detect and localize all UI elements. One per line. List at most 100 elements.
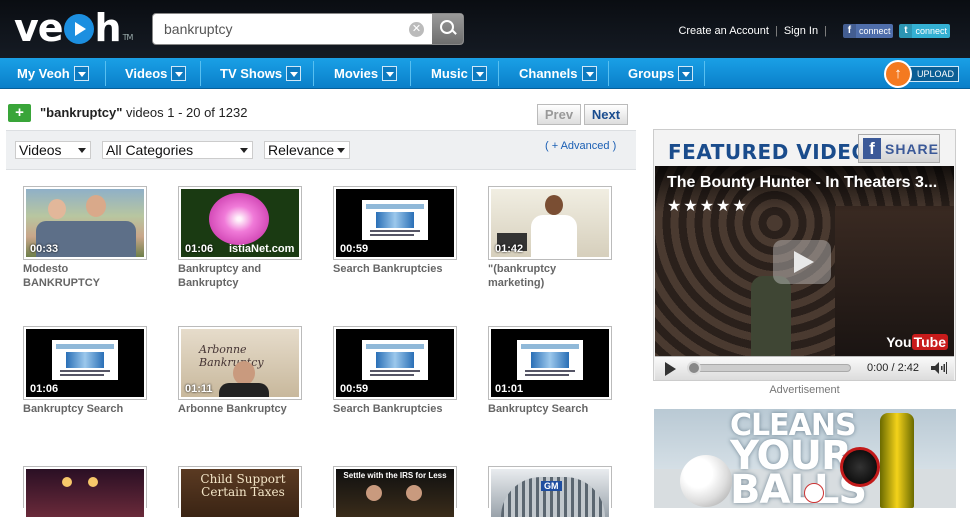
advertisement-banner[interactable]: CLEANS YOUR BALLS <box>654 409 956 508</box>
progress-track[interactable] <box>687 364 851 372</box>
volume-icon[interactable] <box>931 362 947 374</box>
video-title[interactable]: Bankruptcy Search <box>23 402 153 416</box>
veoh-logo[interactable]: ve h TM <box>14 6 134 50</box>
chevron-down-icon[interactable] <box>678 66 694 81</box>
video-thumbnail-image: GM <box>491 469 609 517</box>
nav-label: Music <box>431 66 468 81</box>
video-thumbnail[interactable]: 01:06 <box>23 326 147 400</box>
thumb-screen-graphic <box>362 200 428 240</box>
thumb-detail <box>366 485 382 501</box>
results-count: videos 1 - 20 of 1232 <box>126 105 248 120</box>
facebook-connect-button[interactable]: f connect <box>842 24 894 38</box>
nav-separator <box>608 61 609 86</box>
video-thumbnail[interactable]: istiaNet.com 01:06 <box>178 186 302 260</box>
upload-arrow-icon: ↑ <box>884 59 912 88</box>
video-thumbnail-image: Child Support Certain Taxes <box>181 469 299 517</box>
video-title[interactable]: Arbonne Bankruptcy <box>178 402 308 416</box>
nav-movies[interactable]: Movies <box>334 58 398 89</box>
chevron-down-icon[interactable] <box>286 66 302 81</box>
video-title[interactable]: Search Bankruptcies <box>333 262 463 276</box>
facebook-icon: f <box>842 24 856 38</box>
sort-select[interactable]: Relevance <box>264 141 350 159</box>
video-thumbnail[interactable]: Child Support Certain Taxes <box>178 466 302 517</box>
nav-label: TV Shows <box>220 66 283 81</box>
thumb-overlay-text: istiaNet.com <box>229 243 295 255</box>
chevron-down-icon[interactable] <box>73 66 89 81</box>
link-separator: | <box>824 25 827 37</box>
video-title[interactable]: Search Bankruptcies <box>333 402 463 416</box>
upload-button[interactable]: ↑ UPLOAD <box>884 58 960 89</box>
nav-my-veoh[interactable]: My Veoh <box>17 58 89 89</box>
video-title-line: Modesto <box>23 263 69 275</box>
video-title[interactable]: Modesto BANKRUPTCY <box>23 262 153 290</box>
featured-video-panel: FEATURED VIDEO f SHARE The Bounty Hunter… <box>653 129 956 381</box>
nav-music[interactable]: Music <box>431 58 487 89</box>
facebook-connect-label: connect <box>858 26 891 36</box>
video-thumbnail[interactable]: Settle with the IRS for Less <box>333 466 457 517</box>
chevron-down-icon[interactable] <box>382 66 398 81</box>
video-thumbnail[interactable]: 01:01 <box>488 326 612 400</box>
video-title-line: marketing) <box>488 277 545 289</box>
thumb-detail <box>48 199 66 219</box>
next-button[interactable]: Next <box>584 104 628 125</box>
clear-search-icon[interactable]: ✕ <box>409 22 424 37</box>
search-query: "bankruptcy" <box>40 105 123 120</box>
sign-in-link[interactable]: Sign In <box>784 25 818 37</box>
video-title-line: Bankruptcy Search <box>23 403 124 415</box>
nav-label: Videos <box>125 66 168 81</box>
video-title-line: Arbonne Bankruptcy <box>178 403 287 415</box>
chevron-down-icon[interactable] <box>471 66 487 81</box>
video-thumbnail[interactable]: GM <box>488 466 612 517</box>
video-thumbnail[interactable]: 01:42 <box>488 186 612 260</box>
link-separator: | <box>774 25 778 37</box>
twitter-connect-button[interactable]: t connect <box>899 24 950 38</box>
video-title[interactable]: Bankruptcy Search <box>488 402 618 416</box>
product-image <box>840 447 880 487</box>
video-thumbnail-image: 01:42 <box>491 189 609 257</box>
facebook-icon: f <box>863 138 881 159</box>
video-player[interactable]: The Bounty Hunter - In Theaters 3... ★★★… <box>655 166 954 356</box>
video-thumbnail[interactable]: 00:33 <box>23 186 147 260</box>
video-duration: 01:01 <box>495 383 524 395</box>
featured-video-heading: FEATURED VIDEO <box>668 140 869 164</box>
video-thumbnail[interactable]: Arbonne Bankruptcy 01:11 <box>178 326 302 400</box>
featured-video-title[interactable]: The Bounty Hunter - In Theaters 3... <box>667 174 937 192</box>
video-thumbnail[interactable]: 00:59 <box>333 186 457 260</box>
nav-videos[interactable]: Videos <box>125 58 187 89</box>
type-select[interactable]: Videos <box>15 141 91 159</box>
twitter-connect-label: connect <box>915 26 947 36</box>
thumb-detail <box>531 215 577 257</box>
nav-separator <box>105 61 106 86</box>
video-thumbnail-image: 00:59 <box>336 329 454 397</box>
nav-label: Channels <box>519 66 578 81</box>
advanced-search-link[interactable]: ( + Advanced ) <box>545 140 616 152</box>
logo-trademark: TM <box>122 33 134 42</box>
search-input[interactable] <box>153 14 415 44</box>
video-thumbnail-image: 01:01 <box>491 329 609 397</box>
nav-groups[interactable]: Groups <box>628 58 694 89</box>
progress-handle[interactable] <box>687 361 701 375</box>
facebook-share-button[interactable]: f SHARE <box>858 134 940 163</box>
search-button[interactable] <box>432 14 463 44</box>
video-title[interactable]: "(bankruptcy marketing) <box>488 262 618 290</box>
nav-channels[interactable]: Channels <box>519 58 597 89</box>
thumb-detail <box>545 195 563 215</box>
add-button[interactable]: + <box>8 104 31 122</box>
video-thumbnail[interactable]: 00:59 <box>333 326 457 400</box>
youtube-watermark: You Tube <box>886 334 948 350</box>
create-account-link[interactable]: Create an Account <box>678 25 769 37</box>
nav-label: Groups <box>628 66 675 81</box>
thumb-detail <box>209 193 269 245</box>
category-select[interactable]: All Categories <box>102 141 253 159</box>
nav-separator <box>498 61 499 86</box>
thumb-detail <box>62 477 72 487</box>
play-button[interactable] <box>665 362 676 376</box>
nav-tv-shows[interactable]: TV Shows <box>220 58 302 89</box>
video-title[interactable]: Bankruptcy and Bankruptcy <box>178 262 308 290</box>
video-thumbnail[interactable] <box>23 466 147 517</box>
play-icon[interactable] <box>773 240 831 284</box>
chevron-down-icon[interactable] <box>581 66 597 81</box>
chevron-down-icon[interactable] <box>171 66 187 81</box>
prev-button[interactable]: Prev <box>537 104 581 125</box>
video-thumbnail-image: 00:33 <box>26 189 144 257</box>
